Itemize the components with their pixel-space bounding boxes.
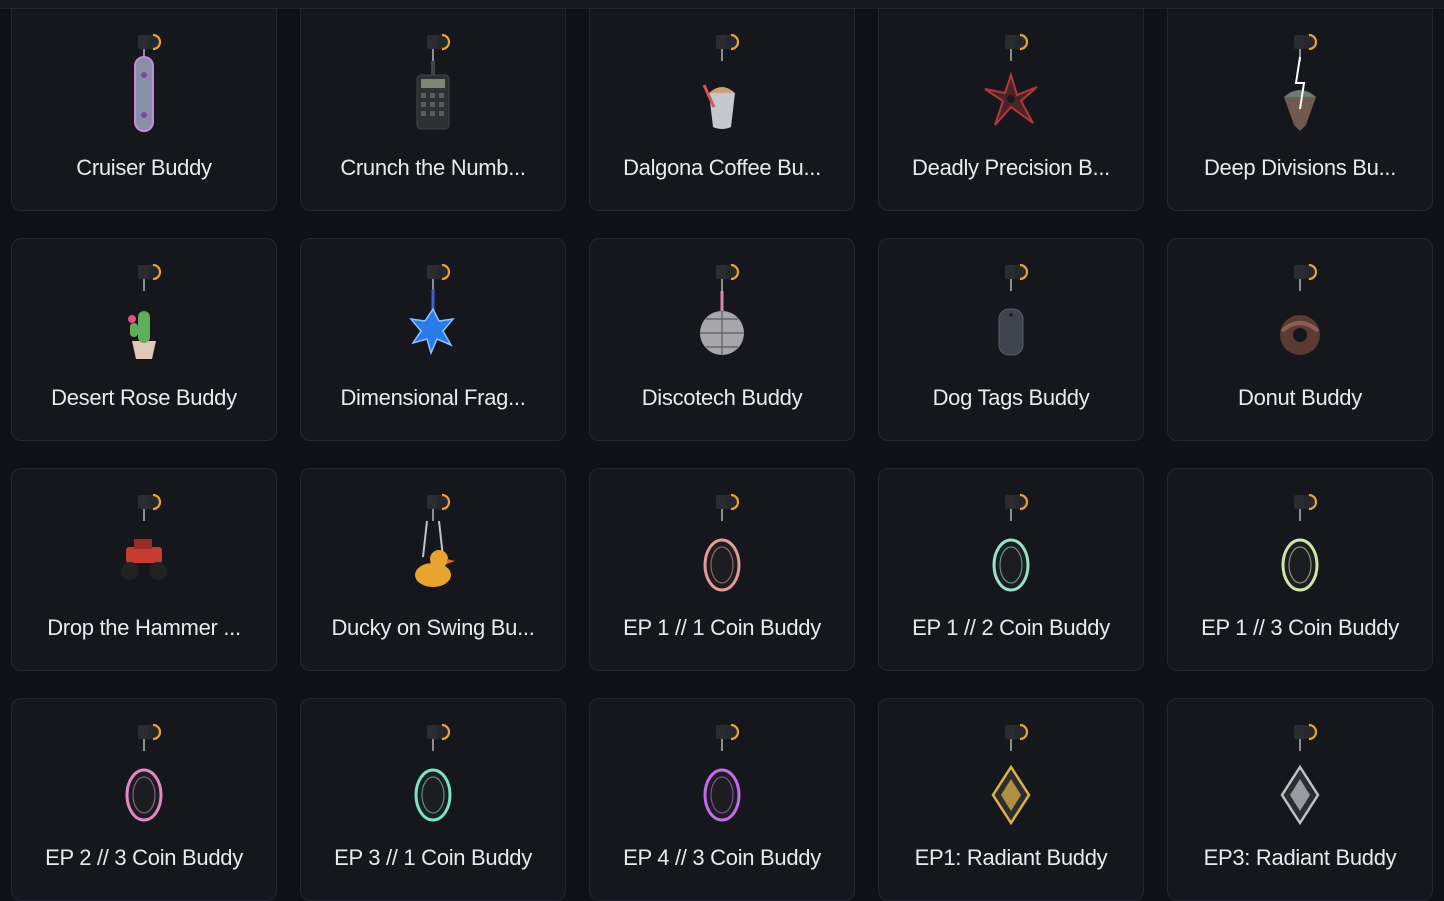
buddy-card[interactable]: Ducky on Swing Bu... [300,468,566,671]
buddy-card[interactable]: Cruiser Buddy [11,8,277,211]
coin-icon [393,717,473,829]
buddy-name: EP 3 // 1 Coin Buddy [334,845,532,870]
blue-crystal-icon [393,257,473,369]
coffee-cup-icon [682,27,762,139]
buddy-card[interactable]: Dalgona Coffee Bu... [589,8,855,211]
buddy-card[interactable]: EP3: Radiant Buddy [1167,698,1433,901]
buddy-name: Donut Buddy [1238,385,1362,410]
buddy-name: EP 1 // 1 Coin Buddy [623,615,821,640]
buddy-name: EP 1 // 3 Coin Buddy [1201,615,1399,640]
buddy-name: Cruiser Buddy [76,155,212,180]
cactus-pot-icon [104,257,184,369]
buddy-name: EP 1 // 2 Coin Buddy [912,615,1110,640]
radiant-diamond-icon [1260,717,1340,829]
buddy-card[interactable]: EP 2 // 3 Coin Buddy [11,698,277,901]
buddy-name: EP1: Radiant Buddy [914,845,1108,870]
buddy-card[interactable]: EP 1 // 1 Coin Buddy [589,468,855,671]
buddy-card[interactable]: EP 1 // 2 Coin Buddy [878,468,1144,671]
floating-island-icon [1260,27,1340,139]
buddy-name: EP 4 // 3 Coin Buddy [623,845,821,870]
buddy-name: Dimensional Frag... [340,385,526,410]
buddy-card[interactable]: Crunch the Numb... [300,8,566,211]
buddy-name: Dalgona Coffee Bu... [623,155,821,180]
buddy-card[interactable]: Discotech Buddy [589,238,855,441]
buddy-name: Ducky on Swing Bu... [331,615,535,640]
coin-icon [682,717,762,829]
buddy-card[interactable]: Desert Rose Buddy [11,238,277,441]
buddy-name: Desert Rose Buddy [51,385,237,410]
buddy-name: Crunch the Numb... [340,155,526,180]
rubber-duck-icon [393,487,473,599]
buddy-card[interactable]: Donut Buddy [1167,238,1433,441]
skateboard-icon [104,27,184,139]
donut-icon [1260,257,1340,369]
coin-icon [971,487,1051,599]
buddy-card[interactable]: Deadly Precision B... [878,8,1144,211]
disco-ball-icon [682,257,762,369]
dog-tag-icon [971,257,1051,369]
buddy-card[interactable]: Dog Tags Buddy [878,238,1144,441]
buddy-name: Drop the Hammer ... [47,615,241,640]
calculator-icon [393,27,473,139]
buddy-name: Dog Tags Buddy [932,385,1090,410]
monster-truck-icon [104,487,184,599]
buddy-name: Deep Divisions Bu... [1203,155,1397,180]
buddy-name: Deadly Precision B... [912,155,1110,180]
shuriken-icon [971,27,1051,139]
radiant-diamond-icon [971,717,1051,829]
buddy-card[interactable]: EP 1 // 3 Coin Buddy [1167,468,1433,671]
coin-icon [104,717,184,829]
buddy-card[interactable]: Dimensional Frag... [300,238,566,441]
coin-icon [682,487,762,599]
buddy-name: EP3: Radiant Buddy [1203,845,1397,870]
buddy-card[interactable]: Deep Divisions Bu... [1167,8,1433,211]
buddy-card[interactable]: Drop the Hammer ... [11,468,277,671]
buddy-name: EP 2 // 3 Coin Buddy [45,845,243,870]
buddy-card[interactable]: EP1: Radiant Buddy [878,698,1144,901]
buddy-name: Discotech Buddy [641,385,803,410]
buddy-card[interactable]: EP 3 // 1 Coin Buddy [300,698,566,901]
buddy-card[interactable]: EP 4 // 3 Coin Buddy [589,698,855,901]
buddy-grid: Cruiser Buddy Crunch the Numb... Dalgona… [11,8,1434,901]
coin-icon [1260,487,1340,599]
